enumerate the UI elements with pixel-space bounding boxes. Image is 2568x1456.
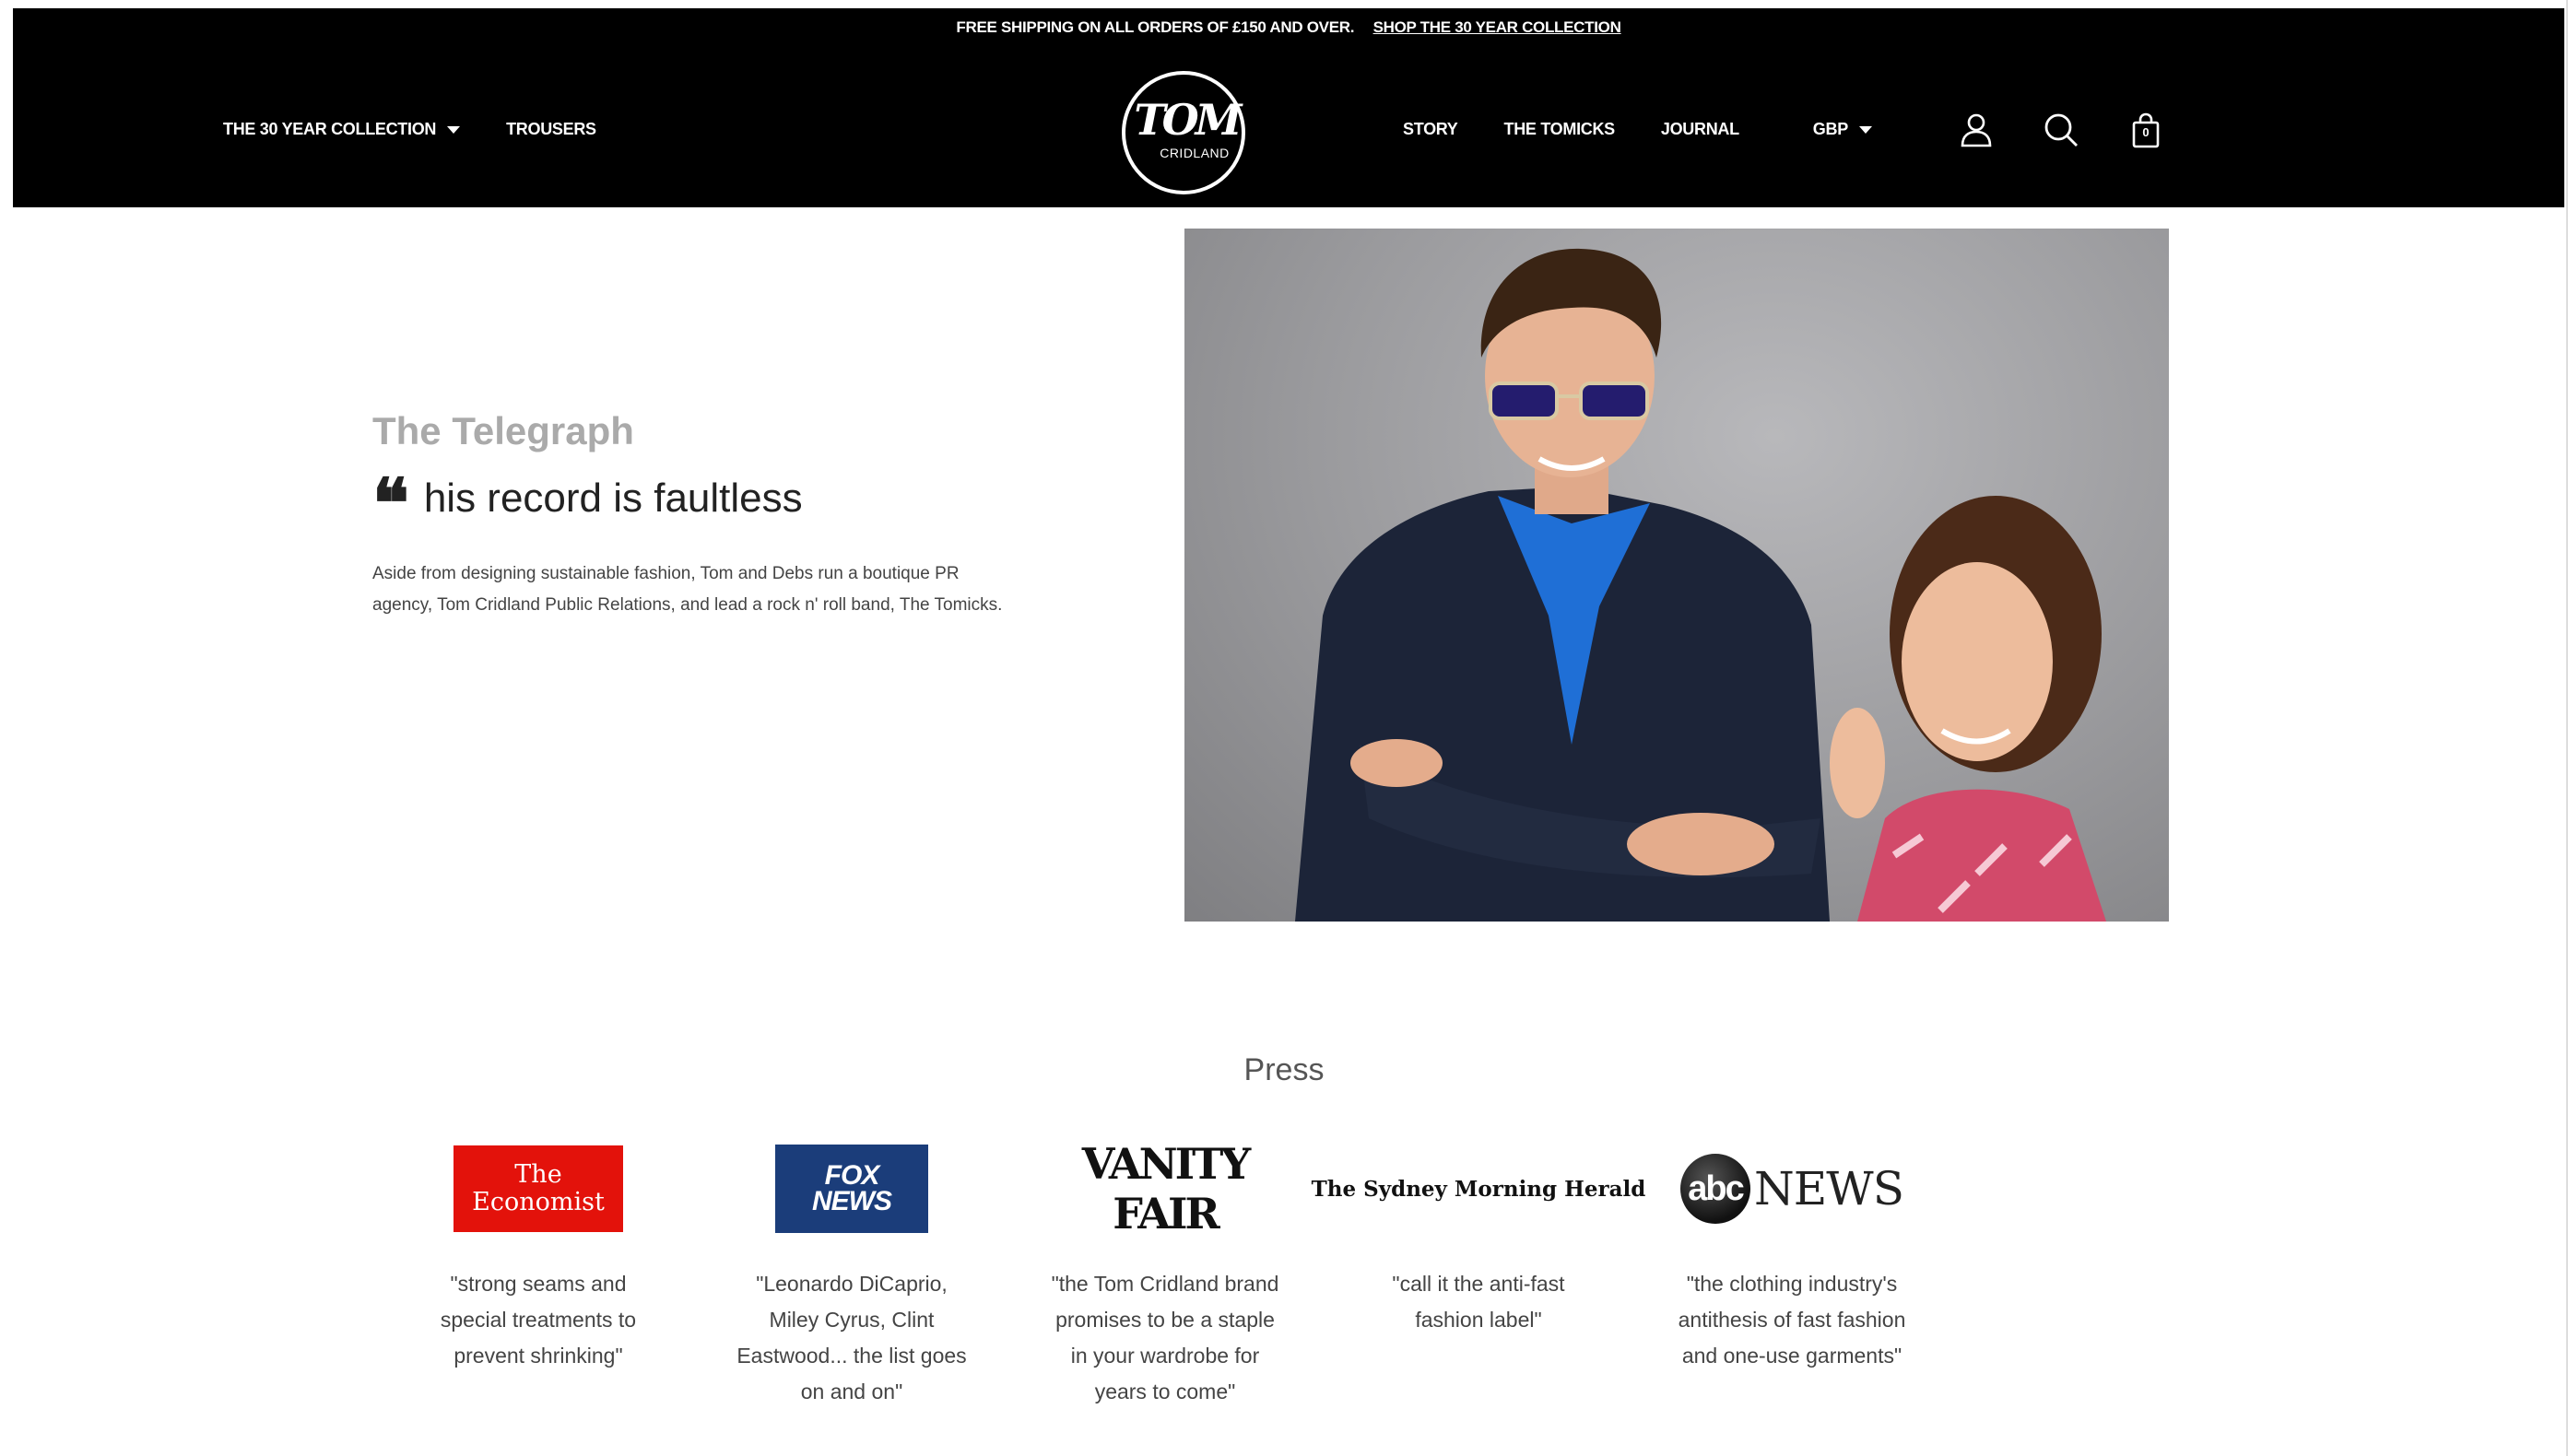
press-logo-container: FOX NEWS	[732, 1141, 972, 1237]
founders-illustration	[1295, 248, 2106, 922]
logo-subtext: CRIDLAND	[1160, 146, 1230, 160]
nav-item-label: THE TOMICKS	[1503, 120, 1616, 138]
press-logo-container: abc NEWS	[1672, 1141, 1912, 1237]
search-icon[interactable]	[2043, 112, 2079, 148]
economist-logo[interactable]: The Economist	[454, 1145, 623, 1232]
founders-photo	[1184, 229, 2169, 922]
nav-item-trousers[interactable]: TROUSERS	[506, 120, 596, 139]
fox-logo-line1: FOX	[824, 1160, 880, 1191]
account-icon[interactable]	[1958, 112, 1995, 148]
press-item-sydney-morning-herald: The Sydney Morning Herald "call it the a…	[1312, 1141, 1646, 1338]
economist-logo-line2: Economist	[472, 1188, 605, 1216]
abc-news-logo[interactable]: abc NEWS	[1680, 1154, 1904, 1224]
nav-item-label: STORY	[1403, 120, 1458, 138]
press-item-abc-news: abc NEWS "the clothing industry's antith…	[1672, 1141, 1912, 1374]
press-item-economist: The Economist "strong seams and special …	[418, 1141, 658, 1374]
fox-news-logo[interactable]: FOX NEWS	[775, 1145, 928, 1233]
press-quote: "call it the anti-fast fashion label"	[1392, 1272, 1565, 1332]
hero-press-quote: The Telegraph ❝ his record is faultless …	[372, 409, 1036, 639]
quote-source: The Telegraph	[372, 409, 634, 452]
cart-count: 0	[2142, 125, 2150, 139]
site-header: FREE SHIPPING ON ALL ORDERS OF £150 AND …	[13, 8, 2564, 207]
economist-logo-line1: The	[514, 1160, 562, 1189]
press-logo-container: The Economist	[418, 1141, 658, 1237]
press-quote: "the Tom Cridland brand promises to be a…	[1051, 1272, 1279, 1403]
press-logo-container: The Sydney Morning Herald	[1312, 1141, 1646, 1237]
press-section-title: Press	[1243, 1052, 1325, 1087]
quote-icon: ❝	[372, 464, 409, 544]
press-item-fox-news: FOX NEWS "Leonardo DiCaprio, Miley Cyrus…	[732, 1141, 972, 1410]
logo-wordmark: TOM	[1134, 95, 1242, 145]
announcement-bar: FREE SHIPPING ON ALL ORDERS OF £150 AND …	[13, 18, 2564, 37]
abc-logo-news: NEWS	[1754, 1162, 1904, 1215]
nav-item-30-year-collection[interactable]: THE 30 YEAR COLLECTION	[223, 120, 461, 139]
nav-item-story[interactable]: STORY	[1403, 120, 1458, 139]
header-icons: 0	[1958, 112, 2164, 148]
hero-description: Aside from designing sustainable fashion…	[372, 564, 1003, 615]
press-item-vanity-fair: VANITY FAIR "the Tom Cridland brand prom…	[1045, 1139, 1285, 1410]
fox-logo-line2: NEWS	[812, 1186, 892, 1216]
press-quote: "Leonardo DiCaprio, Miley Cyrus, Clint E…	[736, 1272, 967, 1403]
currency-selector[interactable]: GBP	[1813, 120, 1872, 139]
chevron-down-icon	[1858, 125, 1872, 134]
brand-logo[interactable]: TOM CRIDLAND	[1122, 71, 1245, 194]
nav-item-journal[interactable]: JOURNAL	[1661, 120, 1739, 139]
vanity-fair-logo[interactable]: VANITY FAIR	[1045, 1139, 1285, 1239]
press-quote: "strong seams and special treatments to …	[440, 1272, 637, 1368]
cart-icon[interactable]: 0	[2127, 112, 2164, 148]
nav-item-the-tomicks[interactable]: THE TOMICKS	[1503, 120, 1616, 139]
chevron-down-icon	[447, 125, 461, 134]
press-quote: "the clothing industry's antithesis of f…	[1678, 1272, 1906, 1368]
hero-quote: ❝ his record is faultless	[372, 464, 1036, 544]
abc-logo-circle: abc	[1680, 1154, 1751, 1224]
announcement-text: FREE SHIPPING ON ALL ORDERS OF £150 AND …	[956, 18, 1355, 36]
primary-nav-left: THE 30 YEAR COLLECTION TROUSERS	[223, 120, 596, 139]
shop-collection-link[interactable]: SHOP THE 30 YEAR COLLECTION	[1373, 18, 1621, 36]
nav-item-label: TROUSERS	[506, 120, 596, 138]
nav-item-label: THE 30 YEAR COLLECTION	[223, 120, 437, 138]
currency-label: GBP	[1812, 120, 1848, 138]
quote-text: his record is faultless	[423, 476, 803, 521]
press-logo-container: VANITY FAIR	[1045, 1139, 1285, 1239]
primary-nav-right: STORY THE TOMICKS JOURNAL GBP	[1403, 120, 1872, 139]
sydney-morning-herald-logo[interactable]: The Sydney Morning Herald	[1312, 1177, 1646, 1202]
nav-item-label: JOURNAL	[1660, 120, 1739, 138]
